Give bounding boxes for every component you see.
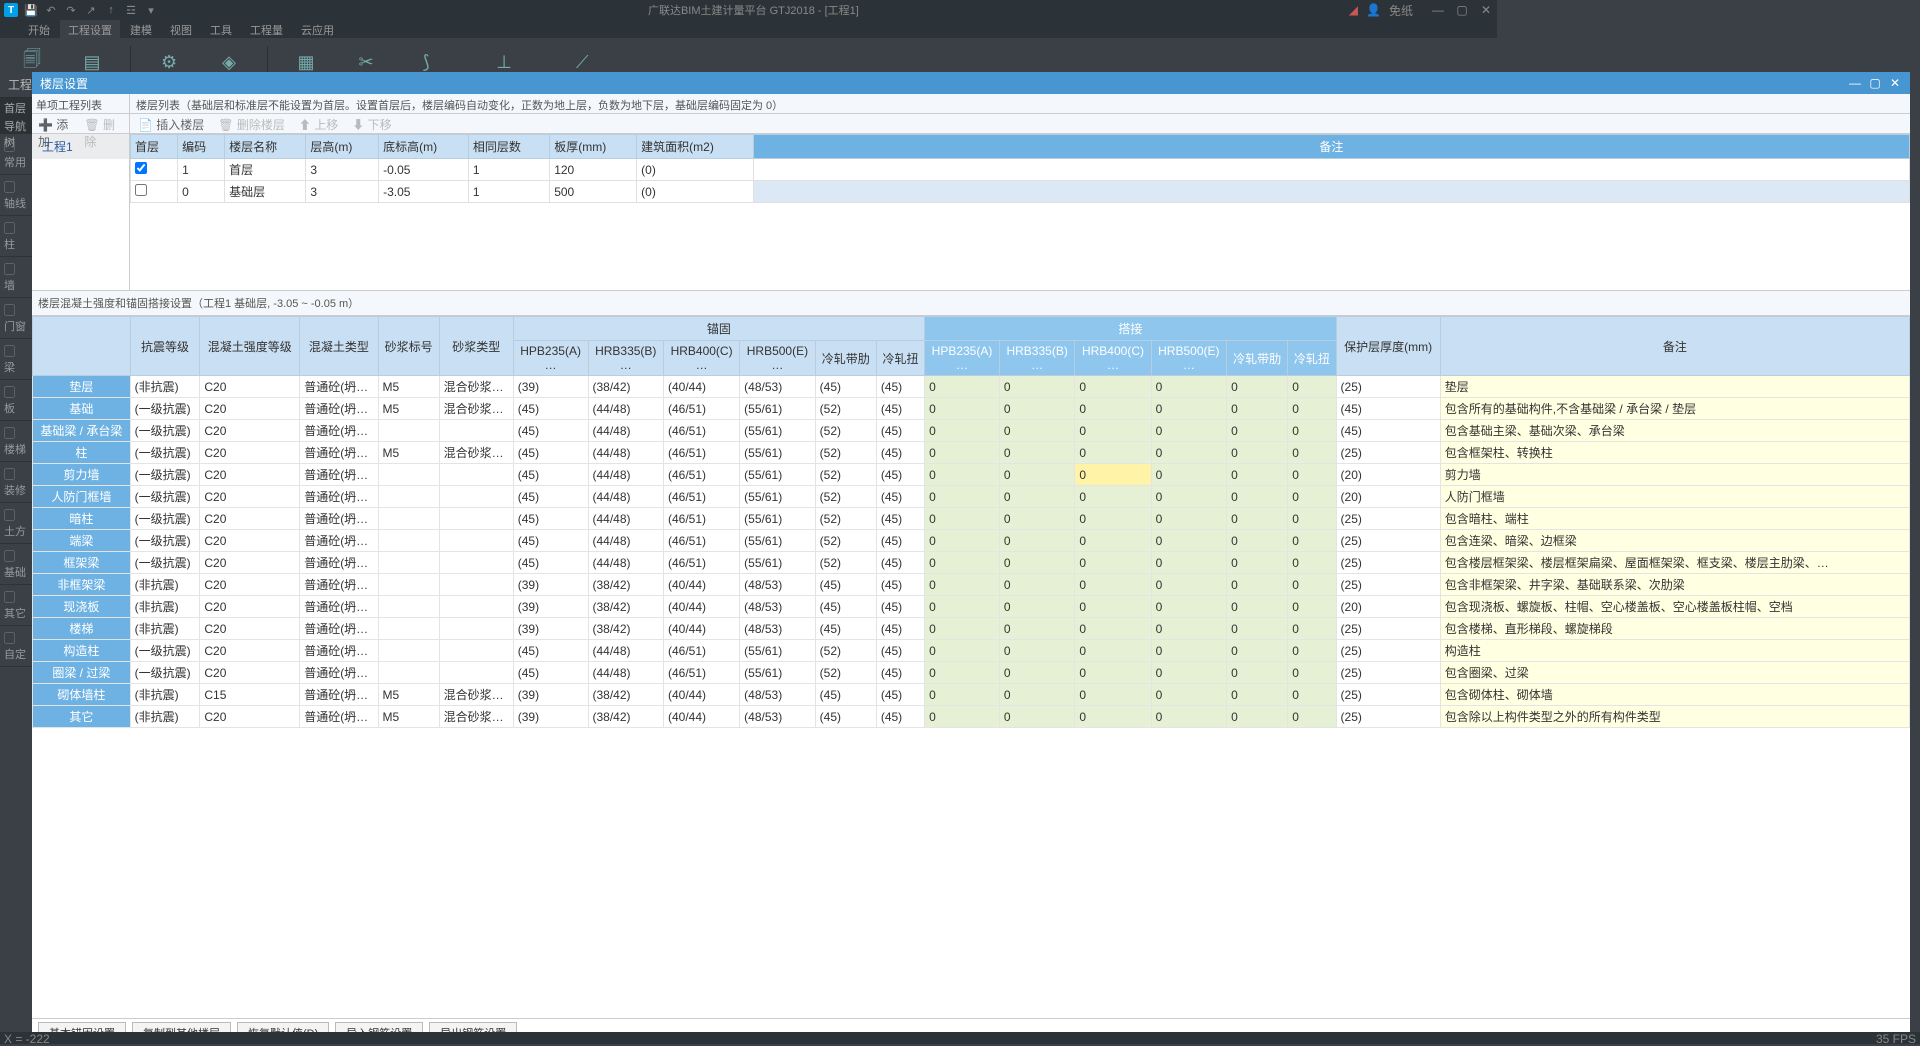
sidebar-item[interactable]: ▢ 门窗 [0, 298, 32, 339]
sidebar-item[interactable]: ▢ 梁 [0, 339, 32, 380]
statusbar: X = -222 35 FPS [0, 1032, 1920, 1044]
row-name[interactable]: 基础 [33, 398, 131, 420]
sidebar-item[interactable]: ▢ 楼梯 [0, 421, 32, 462]
row-name[interactable]: 构造柱 [33, 640, 131, 662]
panel: 楼层设置 — ▢ ✕ 单项工程列表 ➕ 添加 🗑 删除 工程1 楼层列表（基础层… [32, 72, 1910, 1044]
qat-export-icon[interactable]: ☲ [124, 3, 138, 17]
tab-6[interactable]: 云应用 [293, 20, 342, 38]
sidebar: 首层 导航树 ▢ 常用▢ 轴线▢ 柱▢ 墙▢ 门窗▢ 梁▢ 板▢ 楼梯▢ 装修▢… [0, 98, 32, 798]
project-list: 单项工程列表 ➕ 添加 🗑 删除 工程1 [32, 94, 130, 290]
sidebar-item[interactable]: ▢ 其它 [0, 585, 32, 626]
row-name[interactable]: 现浇板 [33, 596, 131, 618]
row-name[interactable]: 楼梯 [33, 618, 131, 640]
close-icon[interactable]: ✕ [1479, 3, 1493, 17]
panel-close-icon[interactable]: ✕ [1888, 76, 1902, 90]
floor-area: 楼层列表（基础层和标准层不能设置为首层。设置首层后，楼层编码自动变化，正数为地上… [130, 94, 1910, 290]
row-name[interactable]: 端梁 [33, 530, 131, 552]
user-icon[interactable]: 👤 [1366, 3, 1381, 17]
tab-5[interactable]: 工程量 [242, 20, 291, 38]
panel-header: 楼层设置 — ▢ ✕ [32, 72, 1910, 94]
project-item[interactable]: 工程1 [32, 134, 129, 159]
concrete-title: 楼层混凝土强度和锚固搭接设置（工程1 基础层, -3.05 ~ -0.05 m） [32, 290, 1910, 316]
first-checkbox[interactable] [135, 162, 147, 174]
sidebar-item[interactable]: ▢ 柱 [0, 216, 32, 257]
qat-save-icon[interactable]: 💾 [24, 3, 38, 17]
panel-max-icon[interactable]: ▢ [1868, 76, 1882, 90]
app-icon: T [4, 3, 18, 17]
panel-min-icon[interactable]: — [1848, 76, 1862, 90]
max-icon[interactable]: ▢ [1455, 3, 1469, 17]
title-right: ◢ 👤 免纸 — ▢ ✕ [1349, 2, 1493, 19]
tab-2[interactable]: 建模 [122, 20, 160, 38]
row-name[interactable]: 框架梁 [33, 552, 131, 574]
row-name[interactable]: 基础梁 / 承台梁 [33, 420, 131, 442]
tab-3[interactable]: 视图 [162, 20, 200, 38]
tab-0[interactable]: 开始 [20, 20, 58, 38]
sidebar-item[interactable]: ▢ 常用 [0, 134, 32, 175]
insert-floor-button[interactable]: 📄 插入楼层 [138, 116, 204, 131]
row-name[interactable]: 圈梁 / 过梁 [33, 662, 131, 684]
qat-undo-icon[interactable]: ↶ [44, 3, 58, 17]
panel-body: 单项工程列表 ➕ 添加 🗑 删除 工程1 楼层列表（基础层和标准层不能设置为首层… [32, 94, 1910, 1044]
movedown-button: ⬇ 下移 [352, 116, 391, 131]
floor-list-head: 楼层列表（基础层和标准层不能设置为首层。设置首层后，楼层编码自动变化，正数为地上… [130, 94, 1910, 114]
row-name[interactable]: 人防门框墙 [33, 486, 131, 508]
sidebar-item[interactable]: ▢ 土方 [0, 503, 32, 544]
row-name[interactable]: 砌体墙柱 [33, 684, 131, 706]
row-name[interactable]: 非框架梁 [33, 574, 131, 596]
qat: 💾 ↶ ↷ ↗ ↑ ☲ ▾ [24, 3, 158, 17]
panel-title: 楼层设置 [40, 75, 88, 92]
floor-toolbar: 📄 插入楼层 🗑 删除楼层 ⬆ 上移 ⬇ 下移 [130, 114, 1910, 134]
status-right: 35 FPS [1876, 1032, 1916, 1044]
titlebar: T 💾 ↶ ↷ ↗ ↑ ☲ ▾ 广联达BIM土建计量平台 GTJ2018 - [… [0, 0, 1497, 20]
qat-down-icon[interactable]: ▾ [144, 3, 158, 17]
user-name[interactable]: 免纸 [1389, 2, 1413, 19]
app-title: 广联达BIM土建计量平台 GTJ2018 - [工程1] [158, 2, 1349, 18]
sidebar-item[interactable]: ▢ 装修 [0, 462, 32, 503]
sidebar-item[interactable]: ▢ 自定 [0, 626, 32, 667]
del-project-button: 🗑 删除 [84, 116, 123, 131]
tab-4[interactable]: 工具 [202, 20, 240, 38]
add-project-button[interactable]: ➕ 添加 [38, 116, 76, 131]
tab-1[interactable]: 工程设置 [60, 20, 120, 38]
min-icon[interactable]: — [1431, 3, 1445, 17]
menubar: 开始工程设置建模视图工具工程量云应用 [0, 20, 1497, 38]
concrete-table[interactable]: 抗震等级混凝土强度等级混凝土类型砂浆标号砂浆类型锚固搭接保护层厚度(mm)备注H… [32, 316, 1910, 728]
sidebar-item[interactable]: ▢ 基础 [0, 544, 32, 585]
skin-icon[interactable]: ◢ [1349, 3, 1358, 17]
row-name[interactable]: 其它 [33, 706, 131, 728]
row-name[interactable]: 垫层 [33, 376, 131, 398]
qat-redo-icon[interactable]: ↷ [64, 3, 78, 17]
delete-floor-button: 🗑 删除楼层 [218, 116, 285, 131]
lower-area: 楼层混凝土强度和锚固搭接设置（工程1 基础层, -3.05 ~ -0.05 m）… [32, 290, 1910, 1012]
row-name[interactable]: 剪力墙 [33, 464, 131, 486]
row-name[interactable]: 暗柱 [33, 508, 131, 530]
qat-arrow-icon[interactable]: ↗ [84, 3, 98, 17]
qat-up-icon[interactable]: ↑ [104, 3, 118, 17]
sidebar-tree: 导航树 [0, 116, 32, 134]
sidebar-item[interactable]: ▢ 墙 [0, 257, 32, 298]
sidebar-item[interactable]: ▢ 板 [0, 380, 32, 421]
first-checkbox[interactable] [135, 184, 147, 196]
project-head: 单项工程列表 [32, 94, 129, 114]
moveup-button: ⬆ 上移 [299, 116, 338, 131]
row-name[interactable]: 柱 [33, 442, 131, 464]
status-left: X = -222 [4, 1032, 50, 1044]
sidebar-head: 首层 [0, 98, 32, 116]
project-toolbar: ➕ 添加 🗑 删除 [32, 114, 129, 134]
floor-table[interactable]: 首层编码楼层名称层高(m)底标高(m)相同层数板厚(mm)建筑面积(m2)备注 … [130, 134, 1910, 203]
sidebar-item[interactable]: ▢ 轴线 [0, 175, 32, 216]
